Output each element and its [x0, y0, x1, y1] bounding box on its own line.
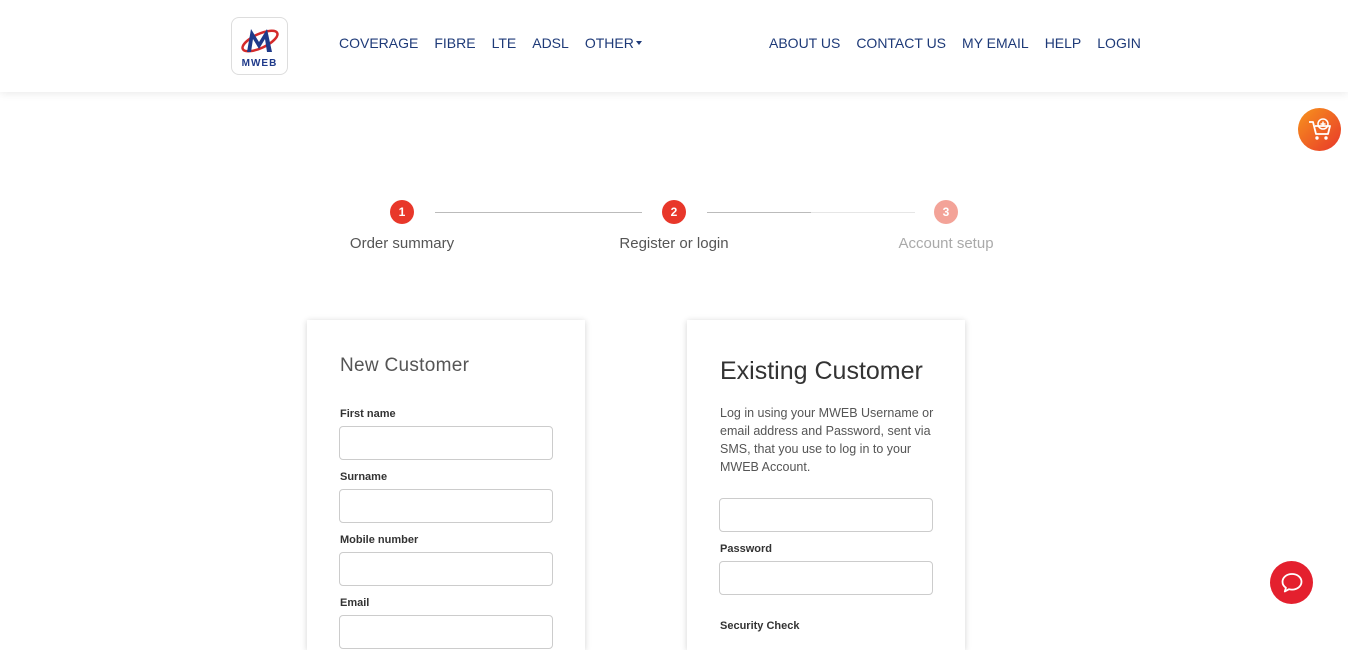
security-check-label: Security Check [720, 620, 800, 632]
first-name-label: First name [340, 408, 396, 420]
site-header: MWEB COVERAGE FIBRE LTE ADSL OTHER ABOUT… [0, 0, 1348, 92]
first-name-input[interactable] [339, 426, 553, 460]
mweb-logo[interactable]: MWEB [231, 17, 288, 75]
chevron-down-icon [635, 41, 642, 45]
email-label: Email [340, 597, 370, 609]
chat-icon [1281, 572, 1302, 592]
existing-customer-card: Existing Customer Log in using your MWEB… [687, 320, 965, 650]
step-connector [707, 212, 811, 213]
step-1-label: Order summary [349, 235, 455, 252]
nav-adsl[interactable]: ADSL [532, 35, 569, 51]
cart-add-icon [1308, 117, 1331, 140]
nav-fibre[interactable]: FIBRE [434, 35, 475, 51]
step-2-circle: 2 [662, 200, 686, 224]
step-3-circle: 3 [934, 200, 958, 224]
nav-about-us[interactable]: ABOUT US [769, 35, 840, 51]
nav-other-label: OTHER [584, 35, 634, 51]
username-input[interactable] [719, 498, 933, 532]
step-3-label: Account setup [898, 235, 994, 252]
step-connector [435, 212, 642, 213]
chat-button[interactable] [1270, 561, 1313, 604]
surname-label: Surname [340, 471, 388, 483]
password-label: Password [720, 543, 772, 555]
nav-coverage[interactable]: COVERAGE [339, 35, 418, 51]
mobile-number-input[interactable] [339, 552, 553, 586]
nav-lte[interactable]: LTE [492, 35, 517, 51]
cart-button[interactable] [1298, 108, 1341, 151]
nav-my-email[interactable]: MY EMAIL [962, 35, 1029, 51]
email-input[interactable] [339, 615, 553, 649]
secondary-nav: ABOUT US CONTACT US MY EMAIL HELP LOGIN [769, 35, 1157, 51]
existing-customer-title: Existing Customer [720, 357, 923, 385]
password-input[interactable] [719, 561, 933, 595]
logo-text: MWEB [241, 58, 278, 69]
surname-input[interactable] [339, 489, 553, 523]
nav-contact-us[interactable]: CONTACT US [856, 35, 946, 51]
mobile-number-label: Mobile number [340, 534, 419, 546]
step-connector [811, 212, 915, 213]
login-instructions: Log in using your MWEB Username or email… [720, 406, 934, 474]
mweb-logo-icon [241, 29, 279, 53]
nav-help[interactable]: HELP [1045, 35, 1082, 51]
step-1-circle: 1 [390, 200, 414, 224]
nav-login[interactable]: LOGIN [1097, 35, 1141, 51]
new-customer-card: New Customer First name Surname Mobile n… [307, 320, 585, 650]
step-2-label: Register or login [619, 235, 729, 252]
new-customer-title: New Customer [340, 355, 470, 376]
nav-other-dropdown[interactable]: OTHER [585, 35, 642, 51]
primary-nav: COVERAGE FIBRE LTE ADSL OTHER [339, 35, 642, 51]
